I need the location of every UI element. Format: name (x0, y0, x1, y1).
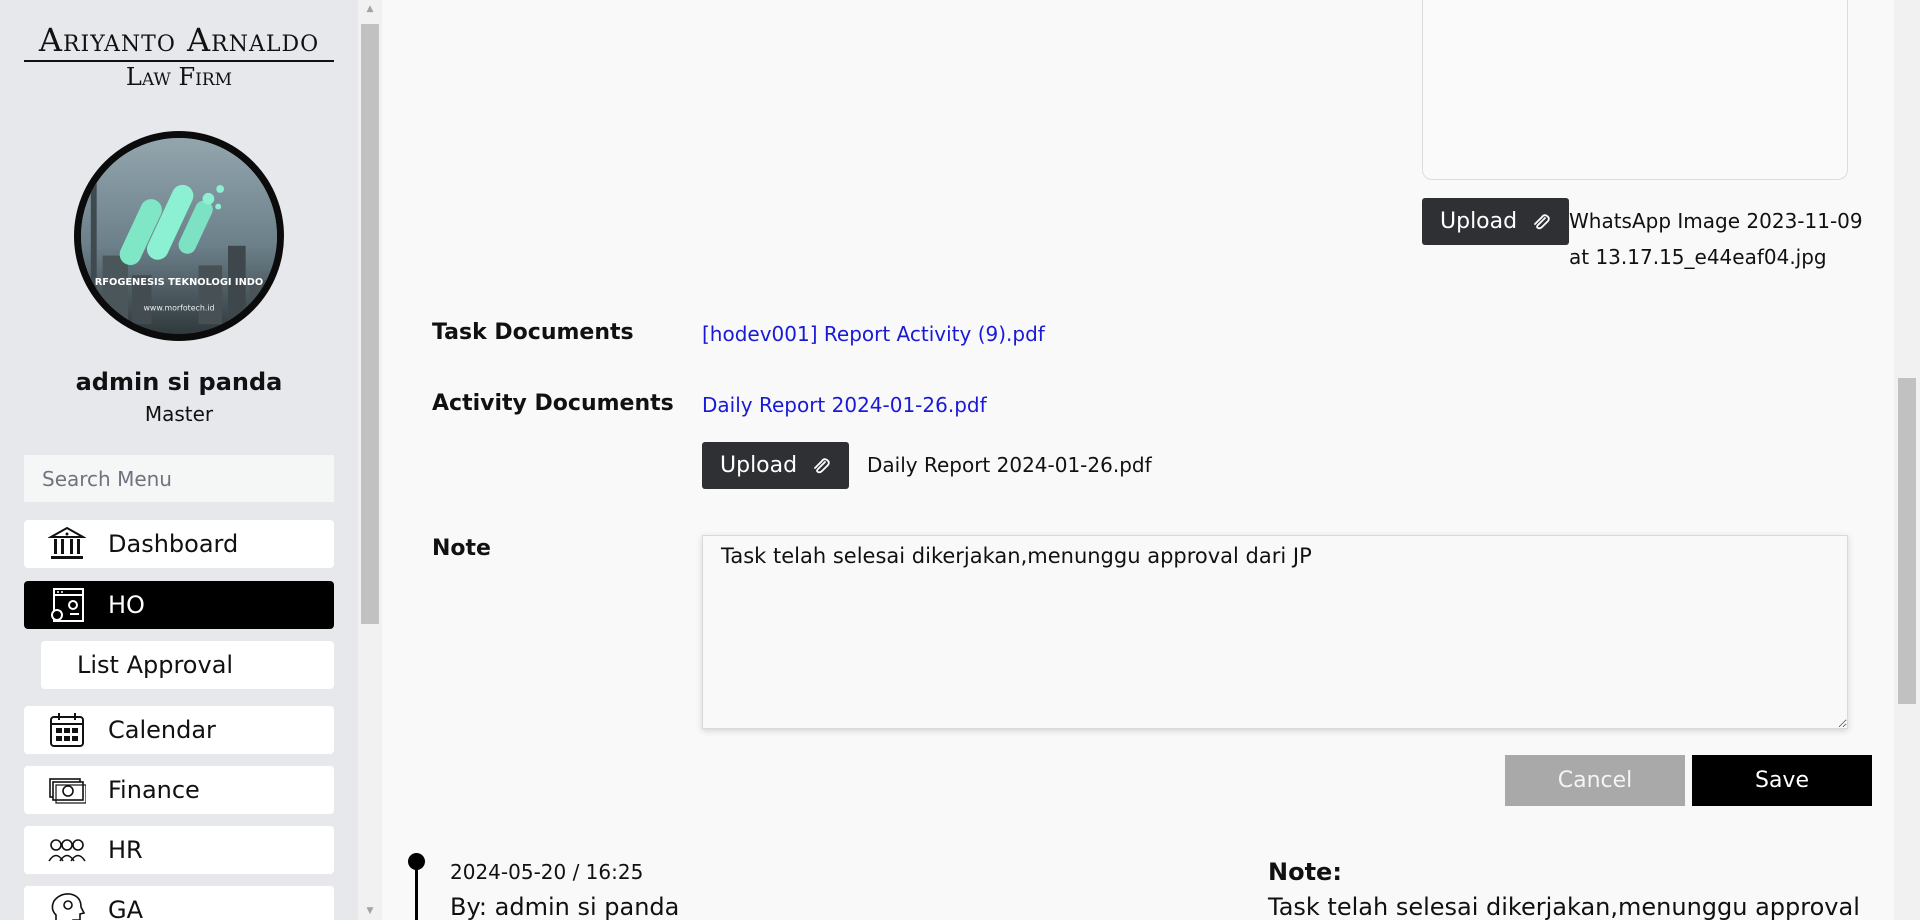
sidebar-scrollbar-thumb[interactable] (361, 24, 379, 624)
activity-document-link[interactable]: Daily Report 2024-01-26.pdf (702, 393, 987, 417)
timeline-note-text: Task telah selesai dikerjakan,menunggu a… (1268, 893, 1860, 920)
image-file-name-line1: WhatsApp Image 2023-11-09 (1569, 209, 1863, 233)
activity-file-name: Daily Report 2024-01-26.pdf (867, 453, 1152, 477)
page-scrollbar-thumb[interactable] (1898, 378, 1916, 704)
task-documents-label: Task Documents (432, 320, 634, 345)
firm-logo: Ariyanto Arnaldo Law Firm (24, 20, 334, 92)
sidebar-item-label: Calendar (108, 716, 216, 744)
bank-icon (46, 524, 88, 564)
timeline-note-label: Note: (1268, 858, 1342, 886)
cancel-button[interactable]: Cancel (1505, 755, 1685, 806)
head-gear-icon (46, 890, 88, 920)
image-preview-box (1422, 0, 1848, 180)
main-content: Upload WhatsApp Image 2023-11-09 at 13.1… (382, 0, 1894, 920)
note-label: Note (432, 536, 491, 561)
upload-button-label: Upload (1440, 209, 1518, 234)
user-name: admin si panda (75, 368, 283, 396)
sidebar-item-calendar[interactable]: Calendar (24, 706, 334, 754)
web-settings-icon (46, 585, 88, 625)
sidebar-item-finance[interactable]: Finance (24, 766, 334, 814)
note-textarea[interactable]: Task telah selesai dikerjakan,menunggu a… (702, 535, 1848, 729)
scroll-down-arrow-icon[interactable]: ▼ (358, 902, 382, 920)
firm-logo-name: Ariyanto Arnaldo (24, 20, 334, 62)
sidebar-subitem-label: List Approval (77, 651, 234, 679)
firm-logo-subtitle: Law Firm (125, 63, 233, 91)
sidebar-item-ga[interactable]: GA (24, 886, 334, 920)
search-menu-input[interactable] (24, 455, 334, 502)
timeline-author: By: admin si panda (450, 893, 680, 920)
scroll-up-arrow-icon[interactable]: ▲ (358, 0, 382, 18)
avatar: RFOGENESIS TEKNOLOGI INDO www.morfotech.… (74, 131, 284, 341)
upload-button-label: Upload (720, 453, 798, 478)
sidebar-item-hr[interactable]: HR (24, 826, 334, 874)
sidebar-item-label: HR (108, 836, 143, 864)
paperclip-icon (1531, 212, 1551, 232)
sidebar-item-label: GA (108, 896, 144, 920)
image-file-name: WhatsApp Image 2023-11-09 at 13.17.15_e4… (1569, 203, 1863, 275)
sidebar-scrollbar[interactable]: ▲ ▼ (358, 0, 382, 920)
avatar-url-text: www.morfotech.id (144, 303, 215, 312)
sidebar-item-dashboard[interactable]: Dashboard (24, 520, 334, 568)
calendar-icon (46, 710, 88, 750)
image-file-name-line2: at 13.17.15_e44eaf04.jpg (1569, 245, 1827, 269)
paperclip-icon (811, 456, 831, 476)
sidebar-subitem-list-approval[interactable]: List Approval (41, 641, 334, 689)
task-document-link[interactable]: [hodev001] Report Activity (9).pdf (702, 322, 1045, 346)
avatar-image: RFOGENESIS TEKNOLOGI INDO www.morfotech.… (81, 138, 277, 334)
money-icon (46, 770, 88, 810)
avatar-text: RFOGENESIS TEKNOLOGI INDO (95, 277, 263, 288)
sidebar-item-label: Finance (108, 776, 200, 804)
sidebar: Ariyanto Arnaldo Law Firm RFOGENESIS TEK… (0, 0, 358, 920)
image-upload-button[interactable]: Upload (1422, 198, 1570, 245)
sidebar-item-label: HO (108, 591, 145, 619)
sidebar-item-ho[interactable]: HO (24, 581, 334, 629)
people-icon (46, 830, 88, 870)
page-scrollbar[interactable] (1894, 0, 1920, 920)
save-button[interactable]: Save (1692, 755, 1872, 806)
timeline-date: 2024-05-20 / 16:25 (450, 860, 644, 884)
sidebar-item-label: Dashboard (108, 530, 239, 558)
user-role: Master (144, 402, 214, 426)
activity-documents-label: Activity Documents (432, 391, 674, 416)
activity-upload-button[interactable]: Upload (702, 442, 850, 489)
timeline-line (415, 862, 418, 920)
